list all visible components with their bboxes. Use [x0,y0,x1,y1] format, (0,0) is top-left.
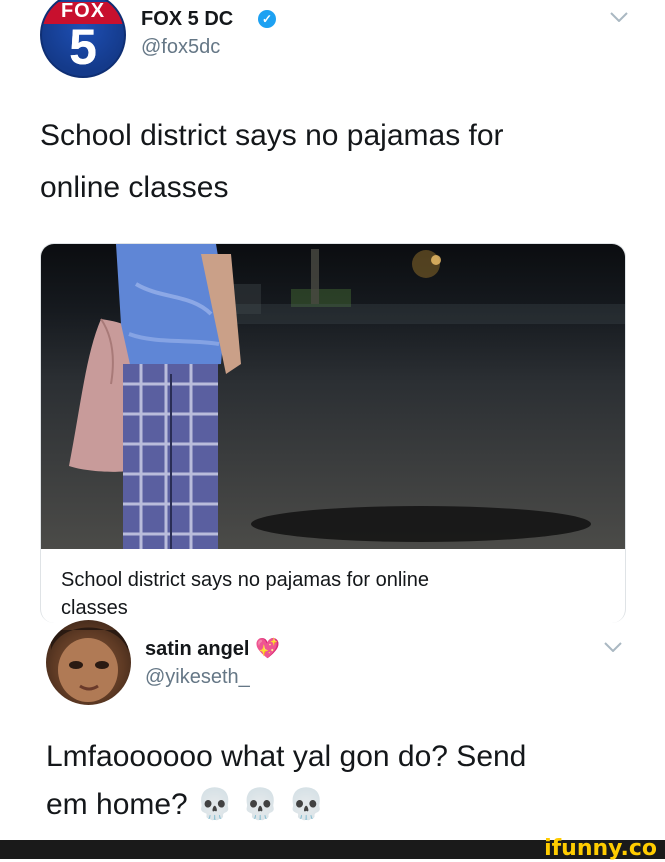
card-title-line2: classes [61,597,128,619]
tweet-text-line2: online classes [40,171,229,204]
handle[interactable]: @fox5dc [141,36,220,59]
handle[interactable]: @yikeseth_ [145,666,250,689]
display-name[interactable]: FOX 5 DC [141,8,233,31]
fox-logo-number: 5 [69,19,97,75]
satin-angel-avatar[interactable] [46,620,131,705]
tweet-text-line1: Lmfaoooooo what yal gon do? Send [46,740,527,773]
tweet-text: Lmfaoooooo what yal gon do? Send em home… [46,733,606,829]
verified-badge-icon: ✓ [258,10,276,28]
ifunny-watermark: ifunny.co [544,836,657,861]
card-title[interactable]: School district says no pajamas for onli… [61,566,601,622]
card-image [41,244,625,549]
card-title-line1: School district says no pajamas for onli… [61,569,429,591]
tweet-fox5dc[interactable]: FOX 5 FOX 5 DC ✓ @fox5dc School district… [0,0,665,623]
display-name-text: satin angel [145,638,250,660]
tweet-satin-angel[interactable]: satin angel 💖 @yikeseth_ Lmfaoooooo what… [0,618,665,840]
chevron-down-icon[interactable] [604,642,622,652]
tweet-text-line1: School district says no pajamas for [40,119,504,152]
card-photo [69,244,625,549]
fox5dc-avatar[interactable]: FOX 5 [40,0,126,78]
chevron-down-icon[interactable] [610,12,628,22]
tweet-text-line2: em home? 💀 💀 💀 [46,788,325,821]
avatar-photo [51,627,128,702]
watermark-bar: ifunny.co [0,836,665,861]
link-card[interactable]: School district says no pajamas for onli… [40,243,626,623]
display-name[interactable]: satin angel 💖 [145,636,280,661]
heart-emoji: 💖 [255,636,280,660]
